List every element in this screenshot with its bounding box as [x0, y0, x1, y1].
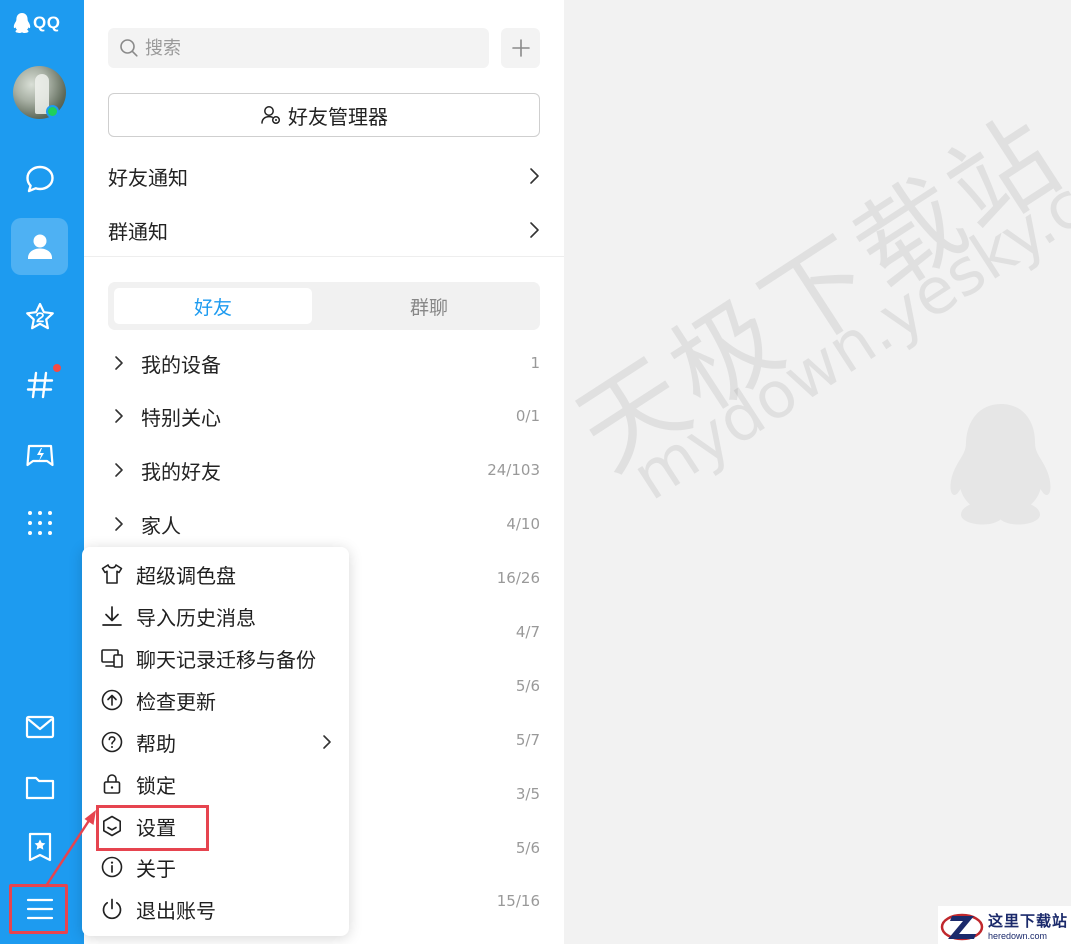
- game-icon: [25, 444, 54, 466]
- upload-circle-icon: [101, 689, 123, 711]
- group-count: 4/7: [515, 623, 540, 641]
- rail-contacts-button[interactable]: [11, 218, 68, 275]
- group-count: 1: [530, 354, 540, 372]
- menu-item-palette[interactable]: 超级调色盘: [82, 554, 349, 594]
- contacts-tab-bar: 好友 群聊: [108, 282, 540, 330]
- help-circle-icon: [101, 731, 123, 753]
- chevron-right-icon: [323, 735, 331, 749]
- online-status-dot: [46, 105, 59, 118]
- chevron-right-icon: [530, 168, 539, 184]
- friend-group-row[interactable]: 我的设备 1: [108, 343, 540, 383]
- group-count: 4/10: [506, 515, 540, 533]
- friend-group-row[interactable]: 家人 4/10: [108, 504, 540, 544]
- group-name: 特别关心: [141, 405, 221, 430]
- site-logo-url: heredown.com: [988, 930, 1048, 941]
- chevron-right-icon: [530, 222, 539, 238]
- group-count: 5/7: [515, 731, 540, 749]
- rail-games-button[interactable]: [11, 426, 68, 483]
- divider: [84, 256, 564, 257]
- menu-item-chat-migration[interactable]: 聊天记录迁移与备份: [82, 638, 349, 678]
- power-icon: [102, 898, 122, 920]
- menu-item-label: 检查更新: [136, 689, 216, 714]
- qq-penguin-placeholder-icon: [950, 404, 1051, 525]
- mail-icon: [25, 715, 54, 738]
- rail-apps-button[interactable]: [11, 494, 68, 551]
- add-button[interactable]: [501, 28, 540, 68]
- friend-notice-label: 好友通知: [108, 165, 188, 190]
- group-count: 3/5: [515, 785, 540, 803]
- annotation-arrow-icon: [44, 810, 96, 888]
- menu-item-label: 退出账号: [136, 898, 216, 923]
- annotation-highlight-box: [96, 805, 209, 851]
- menu-item-label: 锁定: [136, 773, 176, 798]
- search-icon: [120, 39, 138, 57]
- friend-manager-label: 好友管理器: [288, 104, 388, 129]
- app-logo-text: QQ: [33, 13, 61, 32]
- annotation-highlight-box: [9, 884, 68, 934]
- rail-mail-button[interactable]: [11, 698, 68, 755]
- lock-icon: [103, 774, 121, 794]
- friend-group-row[interactable]: 我的好友 24/103: [108, 450, 540, 490]
- download-icon: [102, 606, 122, 626]
- notification-badge: [52, 363, 62, 373]
- menu-item-import-history[interactable]: 导入历史消息: [82, 596, 349, 636]
- menu-item-help[interactable]: 帮助: [82, 722, 349, 762]
- group-name: 我的设备: [141, 352, 221, 377]
- search-input[interactable]: [145, 37, 465, 59]
- group-count: 0/1: [515, 407, 540, 425]
- site-logo-text: 这里下载站: [988, 911, 1069, 930]
- menu-item-label: 聊天记录迁移与备份: [136, 647, 316, 672]
- friend-manager-button[interactable]: 好友管理器: [108, 93, 540, 137]
- folder-icon: [25, 776, 54, 799]
- chat-bubble-icon: [25, 165, 54, 192]
- search-box[interactable]: [108, 28, 489, 68]
- group-count: 5/6: [515, 677, 540, 695]
- chevron-right-icon: [115, 517, 123, 531]
- menu-item-label: 关于: [136, 856, 176, 881]
- friend-group-row[interactable]: 特别关心 0/1: [108, 396, 540, 436]
- contacts-person-icon: [27, 234, 52, 259]
- grid-dots-icon: [27, 510, 52, 535]
- group-count: 16/26: [496, 569, 540, 587]
- group-notice-row[interactable]: 群通知: [108, 208, 540, 252]
- info-circle-icon: [101, 856, 123, 878]
- menu-item-label: 导入历史消息: [136, 605, 256, 630]
- menu-item-about[interactable]: 关于: [82, 847, 349, 887]
- tab-friends[interactable]: 好友: [114, 288, 312, 324]
- qq-logo: QQ: [12, 12, 60, 34]
- chat-placeholder-area: [564, 0, 1071, 944]
- group-name: 家人: [141, 513, 181, 538]
- star-icon: [25, 302, 54, 329]
- device-transfer-icon: [101, 649, 123, 668]
- chevron-right-icon: [115, 463, 123, 477]
- menu-item-logout[interactable]: 退出账号: [82, 889, 349, 929]
- shirt-icon: [101, 564, 123, 584]
- rail-messages-button[interactable]: [11, 150, 68, 207]
- hash-icon: [26, 371, 53, 398]
- chevron-right-icon: [115, 356, 123, 370]
- group-count: 15/16: [496, 892, 540, 910]
- tab-groups[interactable]: 群聊: [324, 288, 534, 324]
- rail-favorites-button[interactable]: [11, 288, 68, 345]
- friend-manager-icon: [261, 106, 281, 125]
- qq-penguin-icon: [13, 13, 31, 33]
- menu-item-label: 帮助: [136, 731, 176, 756]
- menu-item-lock[interactable]: 锁定: [82, 764, 349, 804]
- friend-notice-row[interactable]: 好友通知: [108, 154, 540, 198]
- chevron-right-icon: [115, 409, 123, 423]
- group-count: 24/103: [487, 461, 540, 479]
- group-count: 5/6: [515, 839, 540, 857]
- site-logo-mark-icon: [940, 913, 984, 941]
- main-menu-popup: 超级调色盘 导入历史消息 聊天记录迁移与备份 检查更新 帮助 锁定 设置 关于 …: [82, 547, 349, 936]
- site-logo: 这里下载站 heredown.com: [938, 906, 1071, 944]
- plus-icon: [511, 39, 530, 57]
- group-name: 我的好友: [141, 459, 221, 484]
- group-notice-label: 群通知: [108, 219, 168, 244]
- menu-item-check-update[interactable]: 检查更新: [82, 680, 349, 720]
- menu-item-label: 超级调色盘: [136, 563, 236, 588]
